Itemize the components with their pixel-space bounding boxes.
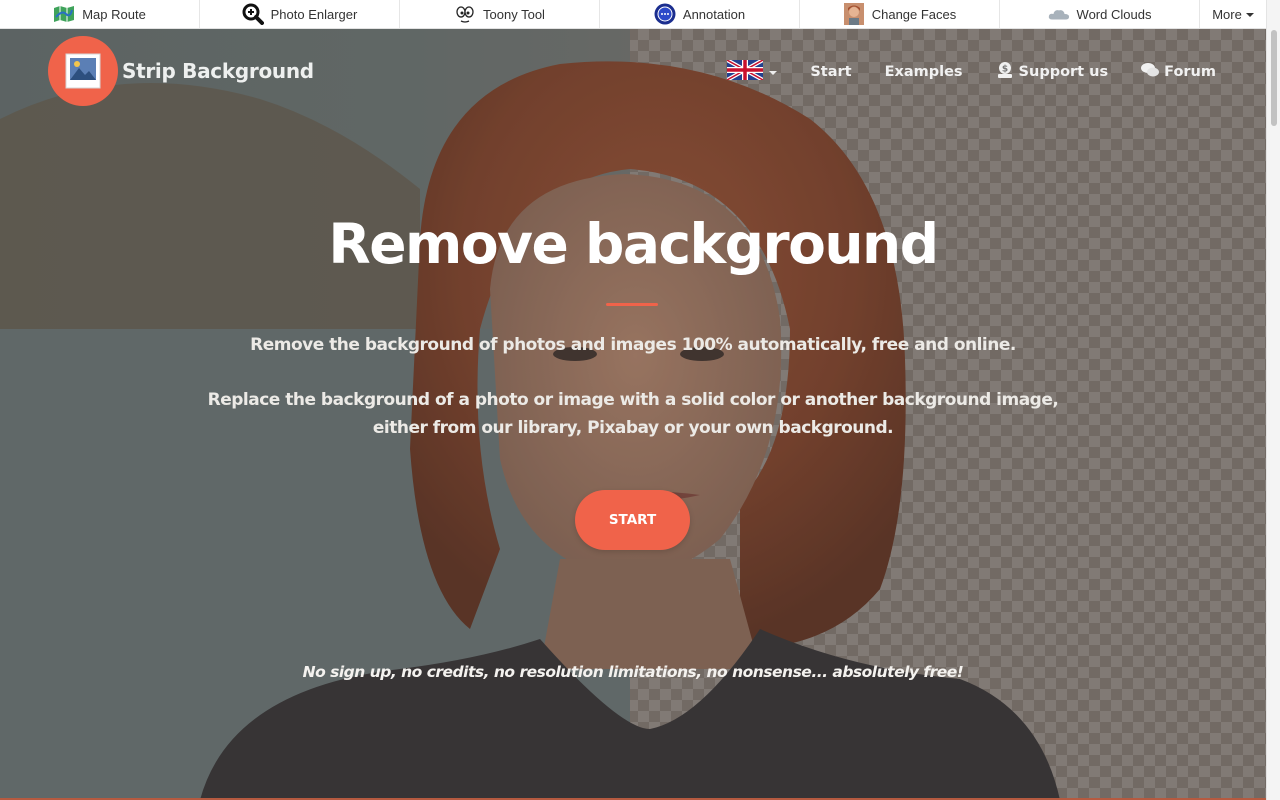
picture-icon bbox=[48, 36, 118, 106]
tools-bar: Map Route Photo Enlarger Toony Tool Anno… bbox=[0, 0, 1266, 29]
tool-annotation[interactable]: Annotation bbox=[600, 0, 800, 28]
language-selector[interactable] bbox=[726, 58, 778, 84]
cloud-icon bbox=[1048, 3, 1070, 25]
more-menu-button[interactable]: More bbox=[1200, 0, 1266, 28]
chevron-down-icon bbox=[1245, 13, 1254, 17]
nav-label: Forum bbox=[1164, 64, 1216, 80]
chat-icon bbox=[1141, 62, 1160, 82]
cartoon-face-icon bbox=[454, 3, 476, 25]
hero-description: Remove the background of photos and imag… bbox=[250, 335, 1016, 355]
tool-toony-tool[interactable]: Toony Tool bbox=[400, 0, 600, 28]
nav-support-link[interactable]: $ Support us bbox=[996, 61, 1109, 83]
hero-section: Strip Background Start Examples $ Suppor… bbox=[0, 29, 1266, 800]
tool-label: Toony Tool bbox=[483, 6, 545, 22]
hero-subdescription: Replace the background of a photo or ima… bbox=[207, 390, 1059, 438]
title-divider bbox=[606, 303, 658, 306]
face-photo-icon bbox=[843, 3, 865, 25]
magnifier-icon bbox=[242, 3, 264, 25]
tool-label: Change Faces bbox=[871, 6, 957, 22]
donate-icon: $ bbox=[996, 61, 1014, 83]
page-scrollbar[interactable] bbox=[1266, 0, 1280, 800]
site-logo[interactable]: Strip Background bbox=[48, 36, 314, 106]
tool-change-faces[interactable]: Change Faces bbox=[800, 0, 1000, 28]
main-nav: Start Examples $ Support us Forum bbox=[726, 58, 1216, 84]
tool-map-route[interactable]: Map Route bbox=[0, 0, 200, 28]
tool-label: Map Route bbox=[82, 6, 146, 22]
nav-label: Start bbox=[810, 64, 852, 80]
tool-word-clouds[interactable]: Word Clouds bbox=[1000, 0, 1200, 28]
annotation-icon bbox=[654, 3, 676, 25]
chevron-down-icon bbox=[769, 71, 778, 75]
more-label: More bbox=[1212, 6, 1242, 22]
tool-photo-enlarger[interactable]: Photo Enlarger bbox=[200, 0, 400, 28]
hero-tagline: No sign up, no credits, no resolution li… bbox=[302, 663, 964, 681]
svg-text:$: $ bbox=[1001, 65, 1007, 75]
start-button[interactable]: START bbox=[575, 490, 690, 550]
nav-start-link[interactable]: Start bbox=[810, 64, 851, 80]
tool-label: Word Clouds bbox=[1076, 6, 1152, 22]
page-title: Remove background bbox=[328, 212, 939, 276]
tool-label: Photo Enlarger bbox=[270, 6, 358, 22]
uk-flag-icon bbox=[726, 58, 765, 84]
nav-forum-link[interactable]: Forum bbox=[1141, 62, 1216, 82]
tool-label: Annotation bbox=[682, 6, 746, 22]
nav-examples-link[interactable]: Examples bbox=[885, 64, 963, 80]
nav-label: Examples bbox=[884, 64, 963, 80]
brand-name: Strip Background bbox=[122, 59, 314, 83]
map-icon bbox=[53, 3, 75, 25]
nav-label: Support us bbox=[1018, 64, 1109, 80]
scrollbar-thumb[interactable] bbox=[1271, 30, 1277, 126]
